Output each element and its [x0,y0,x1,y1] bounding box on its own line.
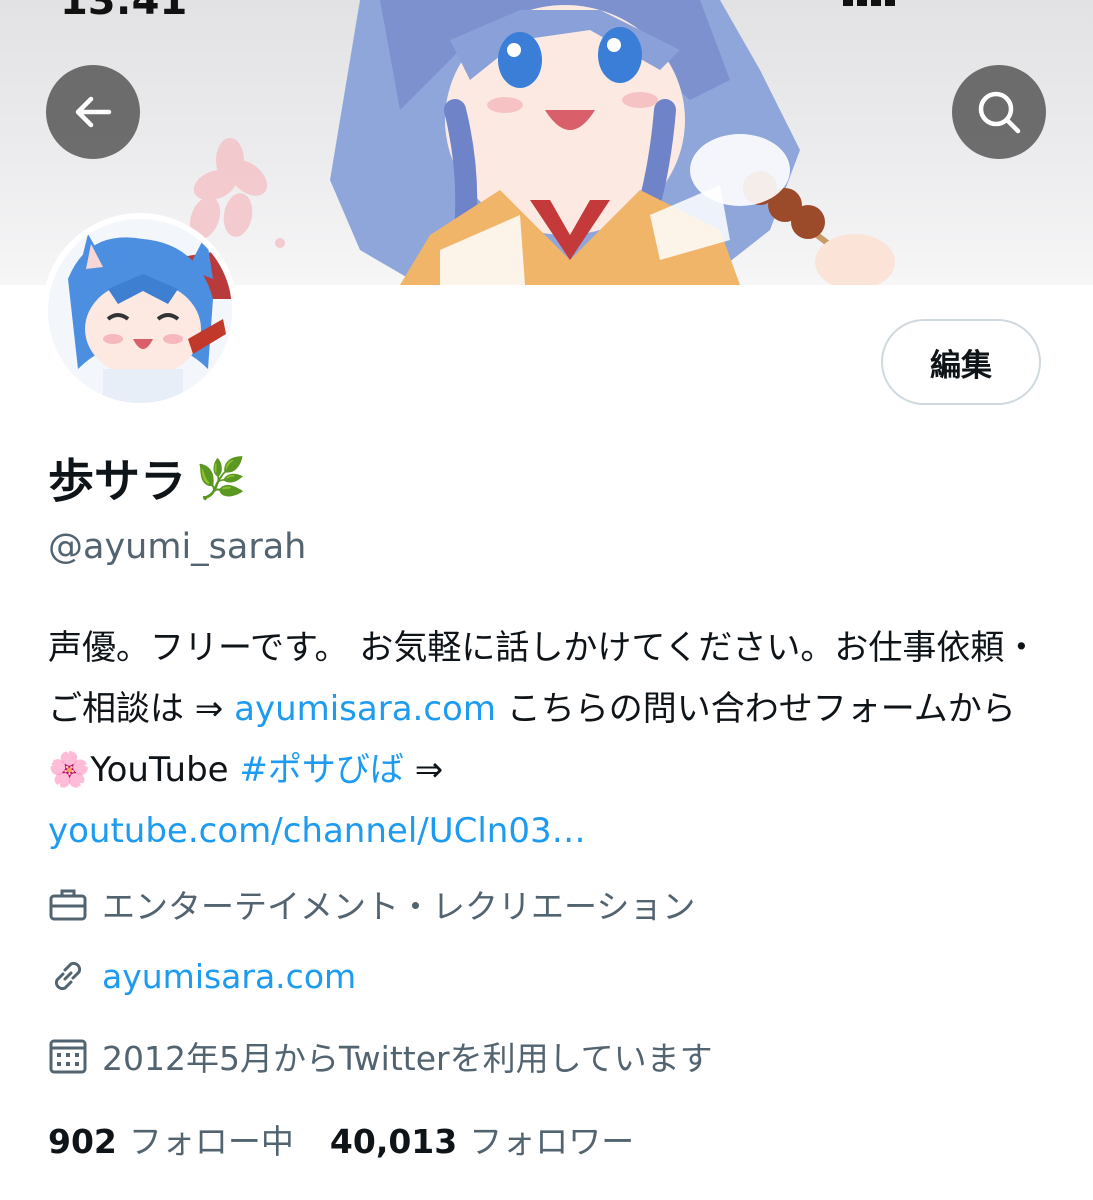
briefcase-icon [49,889,87,921]
profile-bio: 声優。フリーです。 お気軽に話しかけてください。お仕事依頼・ご相談は ⇒ ayu… [48,618,1058,862]
profile-joined-row: 2012年5月からTwitterを利用しています [48,1032,713,1080]
link-icon [54,961,82,991]
profile-joined-date: 2012年5月からTwitterを利用しています [102,1039,713,1078]
followers-count: 40,013 [329,1122,458,1161]
bio-link-youtube[interactable]: youtube.com/channel/UCln03… [48,811,586,851]
following-count: 902 [48,1122,117,1161]
following-stat[interactable]: 902 フォロー中 [48,1115,294,1163]
following-label: フォロー中 [128,1122,294,1161]
edit-profile-button[interactable]: 編集 [881,319,1041,405]
profile-website-link[interactable]: ayumisara.com [102,957,356,996]
display-name-text: 歩サラ [48,454,186,508]
back-button[interactable] [46,65,140,159]
search-icon [978,91,1021,134]
herb-emoji: 🌿 [196,455,246,502]
status-time: 13:41 [60,0,188,24]
status-icons [843,0,895,6]
profile-website-row: ayumisara.com [48,956,356,996]
profile-category: エンターテイメント・レクリエーション [102,887,696,926]
followers-label: フォロワー [469,1122,635,1161]
profile-category-row: エンターテイメント・レクリエーション [48,880,695,928]
followers-stat[interactable]: 40,013 フォロワー [330,1115,634,1163]
follow-stats: 902 フォロー中 40,013 フォロワー [48,1115,634,1163]
bio-text-3: ⇒ [403,750,444,790]
arrow-left-icon [75,96,112,128]
user-handle: @ayumi_sarah [48,527,307,567]
display-name: 歩サラ 🌿 [48,445,246,511]
bio-hashtag[interactable]: #ポサびば [239,750,404,790]
bio-link-website[interactable]: ayumisara.com [234,689,496,729]
profile-avatar[interactable] [42,213,238,409]
sakura-decoration [189,138,285,248]
calendar-icon [49,1039,87,1074]
search-button[interactable] [952,65,1046,159]
avatar-image [48,219,232,403]
